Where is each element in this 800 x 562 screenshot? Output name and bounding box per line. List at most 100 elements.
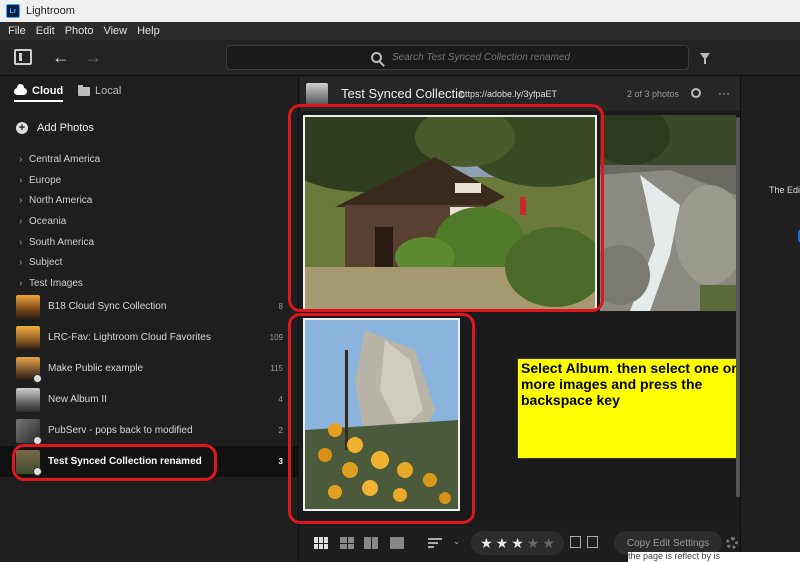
search-box[interactable] xyxy=(226,45,689,70)
star-icon[interactable]: ★ xyxy=(511,535,524,552)
window-title-bar: Lr Lightroom xyxy=(0,0,800,22)
grid-cell xyxy=(340,537,347,543)
flag-pick-icon[interactable] xyxy=(570,536,581,548)
plus-icon: + xyxy=(16,122,28,134)
tree-item-south-america[interactable]: › South America xyxy=(0,232,299,253)
grid-cell xyxy=(340,543,347,549)
sort-line xyxy=(428,542,438,544)
sidebar: Cloud Local + Add Photos › Central Americ… xyxy=(0,77,299,562)
star-icon[interactable]: ★ xyxy=(542,535,555,552)
album-item-lrc-fav[interactable]: LRC-Fav: Lightroom Cloud Favorites 109 xyxy=(0,322,299,353)
add-photos-button[interactable]: + Add Photos xyxy=(16,122,94,134)
tree-item-central-america[interactable]: › Central America xyxy=(0,149,299,170)
tab-local[interactable]: Local xyxy=(78,84,121,97)
album-thumbnail xyxy=(16,356,42,383)
menu-photo[interactable]: Photo xyxy=(65,25,94,37)
tree-item-label: Central America xyxy=(29,153,101,165)
cloud-icon xyxy=(14,83,27,95)
forward-arrow-icon[interactable]: → xyxy=(84,48,102,66)
detail-view-icon[interactable] xyxy=(390,537,404,549)
edit-panel-text: The Edi xyxy=(769,185,800,195)
grid-cell xyxy=(319,537,323,543)
panel-toggle-icon[interactable] xyxy=(14,49,32,65)
grid-cell xyxy=(364,537,371,549)
album-thumbnail xyxy=(16,387,40,412)
menu-edit[interactable]: Edit xyxy=(36,25,55,37)
grid-cell xyxy=(347,537,354,543)
collection-thumbnail xyxy=(306,83,328,105)
grid-cell xyxy=(319,543,323,549)
photo-waterfall[interactable] xyxy=(600,115,736,311)
album-name: New Album II xyxy=(48,394,107,405)
chevron-right-icon[interactable]: › xyxy=(19,195,29,206)
tree-item-north-america[interactable]: › North America xyxy=(0,190,299,211)
chevron-right-icon[interactable]: › xyxy=(19,175,29,186)
album-count: 2 xyxy=(278,426,283,435)
star-icon[interactable]: ★ xyxy=(527,535,540,552)
folder-icon xyxy=(78,84,90,96)
highlight-photo-1 xyxy=(288,104,604,312)
gear-icon[interactable] xyxy=(726,537,738,549)
tree-item-europe[interactable]: › Europe xyxy=(0,170,299,191)
photo-count: 2 of 3 photos xyxy=(627,89,680,99)
search-input[interactable] xyxy=(392,52,642,63)
square-grid-view-icon[interactable] xyxy=(314,537,328,549)
album-name: LRC-Fav: Lightroom Cloud Favorites xyxy=(48,332,211,343)
star-icon[interactable]: ★ xyxy=(496,535,509,552)
album-item-new-album-ii[interactable]: New Album II 4 xyxy=(0,384,299,415)
chevron-right-icon[interactable]: › xyxy=(19,257,29,268)
tree-item-label: South America xyxy=(29,236,95,248)
chevron-down-icon[interactable]: ⌄ xyxy=(453,536,461,547)
people-icon[interactable] xyxy=(691,88,701,98)
star-icon[interactable]: ★ xyxy=(480,535,493,552)
album-name: Make Public example xyxy=(48,363,144,374)
menu-help[interactable]: Help xyxy=(137,25,160,37)
chevron-right-icon[interactable]: › xyxy=(19,216,29,227)
chevron-right-icon[interactable]: › xyxy=(19,278,29,289)
menu-bar: File Edit Photo View Help xyxy=(0,22,800,40)
album-item-b18[interactable]: B18 Cloud Sync Collection 8 xyxy=(0,291,299,322)
tree-item-label: North America xyxy=(29,195,93,207)
album-count: 4 xyxy=(278,395,283,404)
photo-waterfall-image xyxy=(600,115,736,311)
album-count: 3 xyxy=(278,457,283,466)
tree-item-label: Oceania xyxy=(29,215,67,227)
chevron-right-icon[interactable]: › xyxy=(19,154,29,165)
collection-title[interactable]: Test Synced Collectic xyxy=(341,86,465,101)
tab-cloud[interactable]: Cloud xyxy=(14,83,64,102)
album-item-make-public[interactable]: Make Public example 115 xyxy=(0,353,299,384)
grid-cell xyxy=(324,543,328,549)
large-grid-view-icon[interactable] xyxy=(340,537,354,549)
album-tree: › Central America › Europe › North America … xyxy=(0,149,299,294)
tree-item-label: Subject xyxy=(29,257,63,269)
sort-icon[interactable] xyxy=(428,538,442,550)
menu-file[interactable]: File xyxy=(8,25,26,37)
highlight-photo-2 xyxy=(288,313,475,524)
compare-view-icon[interactable] xyxy=(364,537,378,549)
window-title: Lightroom xyxy=(26,5,75,17)
grid-cell xyxy=(371,537,378,549)
add-photos-label: Add Photos xyxy=(37,122,94,134)
back-arrow-icon[interactable]: ← xyxy=(52,48,70,66)
album-name: B18 Cloud Sync Collection xyxy=(48,301,167,312)
edit-panel: The Edi xyxy=(740,77,800,562)
grid-cell xyxy=(324,537,328,543)
shared-badge-icon xyxy=(33,373,42,383)
flag-reject-icon[interactable] xyxy=(587,536,598,548)
tree-item-subject[interactable]: › Subject xyxy=(0,252,299,273)
highlight-selected-album xyxy=(12,444,217,481)
star-rating[interactable]: ★ ★ ★ ★ ★ xyxy=(471,531,564,555)
annotation-note: Select Album. then select one or more im… xyxy=(517,358,760,459)
album-count: 109 xyxy=(269,333,283,342)
album-item-pubserv[interactable]: PubServ - pops back to modified 2 xyxy=(0,415,299,446)
tree-item-oceania[interactable]: › Oceania xyxy=(0,211,299,232)
filter-icon[interactable] xyxy=(700,53,710,64)
more-icon[interactable]: ··· xyxy=(718,87,730,99)
album-thumbnail xyxy=(16,325,40,350)
chevron-right-icon[interactable]: › xyxy=(19,237,29,248)
source-tabs: Cloud Local xyxy=(0,77,299,107)
album-count: 115 xyxy=(270,364,283,373)
share-link[interactable]: https://adobe.ly/3yfpaET xyxy=(460,89,557,99)
search-icon xyxy=(371,52,382,63)
menu-view[interactable]: View xyxy=(103,25,127,37)
